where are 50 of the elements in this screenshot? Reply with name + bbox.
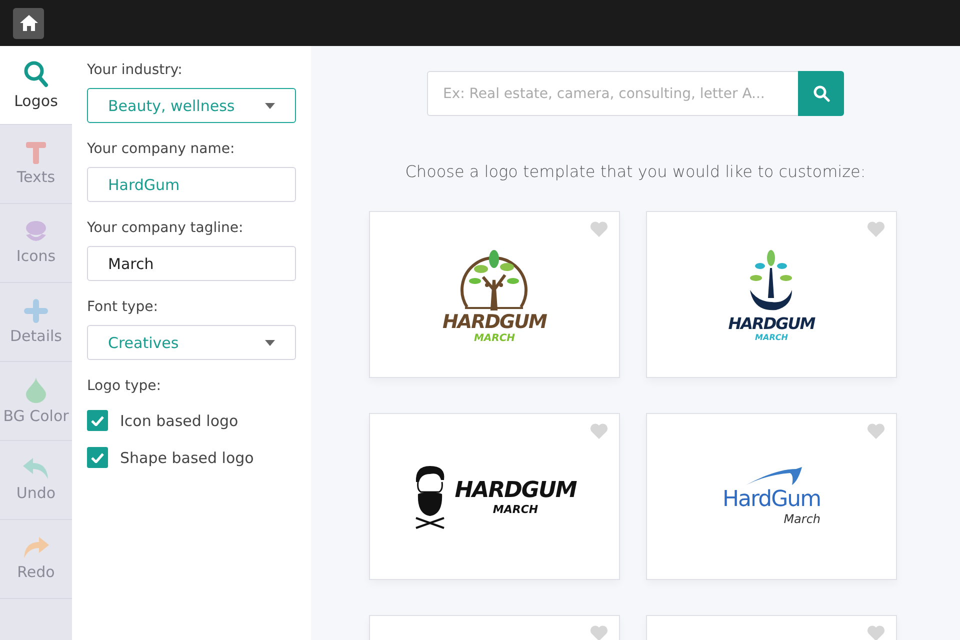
logo-card[interactable]: HardGum March: [646, 413, 897, 580]
logo-name: HARDGUM: [442, 311, 546, 333]
logo-card[interactable]: HARDGUM MARCH: [369, 413, 620, 580]
drop-icon: [26, 377, 46, 403]
logo-name: HARDGUM: [728, 314, 815, 332]
field-label: Logo type:: [87, 378, 162, 394]
home-icon: [20, 15, 38, 31]
logo-tagline: MARCH: [755, 332, 788, 342]
field-label: Your company tagline:: [87, 220, 244, 236]
logo-name: HardGum: [722, 487, 821, 512]
tool-tab[interactable]: Logos: [0, 46, 72, 125]
heart-icon[interactable]: [590, 221, 608, 237]
checkbox-label: Shape based logo: [120, 448, 254, 466]
checkbox[interactable]: [87, 447, 108, 468]
field-label: Your company name:: [87, 141, 236, 157]
undo-icon: [23, 458, 49, 480]
home-button[interactable]: [13, 8, 44, 38]
heart-icon[interactable]: [867, 625, 885, 640]
logo-tagline: MARCH: [474, 333, 516, 344]
caret-icon: [265, 102, 275, 108]
logo-name: HARDGUM: [454, 478, 576, 502]
search-field[interactable]: Ex: Real estate, camera, consulting, letter A...: [427, 71, 798, 116]
heart-icon[interactable]: [590, 423, 608, 439]
field-label: Your industry:: [87, 62, 184, 78]
logo-card[interactable]: HARDGUM MARCH: [646, 211, 897, 378]
check-icon: [91, 452, 104, 462]
heart-icon[interactable]: [867, 221, 885, 237]
industry-dropdown[interactable]: Beauty, wellness: [87, 88, 296, 123]
letter-t-icon: [26, 142, 46, 164]
tagline-field[interactable]: March: [87, 246, 296, 281]
heart-icon[interactable]: [590, 625, 608, 640]
font-dropdown[interactable]: Creatives: [87, 325, 296, 360]
checkbox-label: Icon based logo: [120, 412, 238, 430]
search-button[interactable]: [798, 71, 844, 116]
heart-icon[interactable]: [867, 423, 885, 439]
redo-icon: [23, 537, 49, 559]
logo-card[interactable]: HARDGUM MARCH: [369, 211, 620, 378]
check-icon: [91, 416, 104, 426]
search-icon: [812, 85, 830, 102]
company-name-field[interactable]: HardGum: [87, 167, 296, 202]
logo-tagline: March: [784, 512, 821, 526]
logo-tagline: MARCH: [492, 502, 538, 516]
checkbox[interactable]: [87, 410, 108, 431]
section-heading: Choose a logo template that you would like to customize:: [405, 162, 866, 181]
shapes-icon: [24, 221, 48, 243]
field-label: Font type:: [87, 299, 159, 315]
search-icon: [23, 60, 49, 88]
bearded-man-icon: [412, 464, 447, 530]
caret-icon: [265, 340, 275, 346]
plus-icon: [24, 299, 48, 323]
